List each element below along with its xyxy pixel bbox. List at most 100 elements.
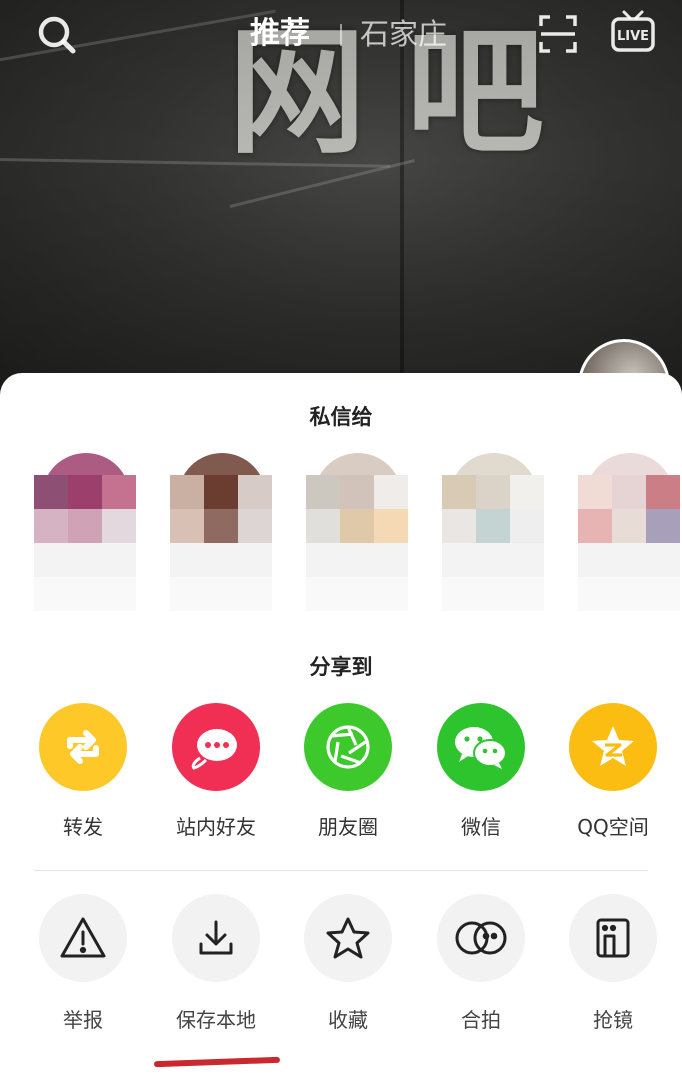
avatar-mosaic-tile [34, 475, 68, 509]
share-wechat[interactable]: 微信 [425, 703, 537, 840]
tab-city[interactable]: 石家庄 [360, 14, 447, 54]
avatar-mosaic-tile [476, 509, 510, 543]
avatar-mosaic-tile [68, 543, 102, 577]
action-label: 举报 [63, 1008, 103, 1032]
action-duet[interactable]: 合拍 [425, 894, 537, 1033]
share-friend[interactable]: 站内好友 [160, 703, 272, 840]
avatar-mosaic-tile [204, 509, 238, 543]
live-tv-icon[interactable]: LIVE [610, 8, 656, 54]
avatar-mosaic-tile [238, 475, 272, 509]
dm-contact-avatar[interactable] [578, 453, 682, 613]
avatar-mosaic-tile [204, 475, 238, 509]
action-label: 合拍 [461, 1008, 501, 1032]
avatar-mosaic-tile [204, 543, 238, 577]
avatar-mosaic-tile [204, 577, 238, 611]
avatar-mosaic-tile [510, 475, 544, 509]
live-label: LIVE [617, 29, 649, 44]
avatar-mosaic-tile [612, 475, 646, 509]
avatar-mosaic-tile [238, 543, 272, 577]
avatar-mosaic-tile [340, 577, 374, 611]
avatar-mosaic-tile [34, 509, 68, 543]
share-moments[interactable]: 朋友圈 [292, 703, 404, 840]
dm-contact-avatar[interactable] [306, 453, 410, 613]
avatar-mosaic-tile [612, 543, 646, 577]
tab-recommend[interactable]: 推荐 [250, 14, 310, 54]
avatar-mosaic-tile [476, 543, 510, 577]
avatar-mosaic-tile [170, 577, 204, 611]
share-forward[interactable]: 转发 [27, 703, 139, 840]
avatar-mosaic-tile [646, 543, 680, 577]
avatar-mosaic-tile [510, 509, 544, 543]
download-icon[interactable] [172, 894, 260, 982]
avatar-mosaic-tile [578, 509, 612, 543]
avatar-mosaic-tile [374, 509, 408, 543]
chat-bubble-icon[interactable] [172, 703, 260, 791]
avatar-mosaic-tile [170, 509, 204, 543]
phone-mirror-icon[interactable] [569, 894, 657, 982]
avatar-mosaic-tile [102, 509, 136, 543]
avatar-mosaic-tile [340, 509, 374, 543]
action-mirror[interactable]: 抢镜 [557, 894, 669, 1033]
avatar-mosaic-tile [442, 577, 476, 611]
share-label: 朋友圈 [318, 815, 378, 839]
avatar-mosaic-tile [578, 543, 612, 577]
avatar-mosaic-tile [578, 577, 612, 611]
action-report[interactable]: 举报 [27, 894, 139, 1033]
warning-icon[interactable] [39, 894, 127, 982]
avatar-mosaic-tile [238, 577, 272, 611]
dm-contact-avatar[interactable] [442, 453, 546, 613]
avatar-mosaic-tile [102, 577, 136, 611]
section-divider [34, 870, 648, 871]
avatar-mosaic-tile [68, 509, 102, 543]
avatar-mosaic-tile [238, 509, 272, 543]
avatar-mosaic-tile [374, 543, 408, 577]
forward-icon[interactable] [39, 703, 127, 791]
share-label: 转发 [63, 815, 103, 839]
star-icon[interactable] [304, 894, 392, 982]
avatar-mosaic-tile [340, 475, 374, 509]
qzone-star-icon[interactable] [569, 703, 657, 791]
avatar-mosaic-tile [578, 475, 612, 509]
avatar-mosaic-tile [68, 475, 102, 509]
dm-title: 私信给 [309, 405, 373, 429]
share-qzone[interactable]: QQ空间 [557, 703, 669, 840]
share-label: 站内好友 [176, 815, 256, 839]
avatar-mosaic-tile [102, 543, 136, 577]
avatar-mosaic-tile [306, 543, 340, 577]
search-icon[interactable] [36, 14, 78, 56]
avatar-mosaic-tile [102, 475, 136, 509]
action-favorite[interactable]: 收藏 [292, 894, 404, 1033]
dm-contact-avatar[interactable] [170, 453, 274, 613]
action-label: 抢镜 [593, 1008, 633, 1032]
share-sheet: 私信给 分享到 转发 站内好友 朋友圈 微信 QQ空间 举报 保存本地 收藏 合… [0, 373, 682, 1075]
action-save-local[interactable]: 保存本地 [160, 894, 272, 1033]
avatar-mosaic-tile [374, 475, 408, 509]
avatar-mosaic-tile [612, 509, 646, 543]
avatar-mosaic-tile [34, 577, 68, 611]
avatar-mosaic-tile [170, 543, 204, 577]
avatar-mosaic-tile [306, 509, 340, 543]
share-label: QQ空间 [577, 815, 649, 839]
top-nav: 推荐 石家庄 LIVE [0, 0, 682, 70]
avatar-mosaic-tile [476, 577, 510, 611]
avatar-mosaic-tile [510, 577, 544, 611]
moments-aperture-icon[interactable] [304, 703, 392, 791]
action-label: 收藏 [328, 1008, 368, 1032]
action-label: 保存本地 [176, 1008, 256, 1032]
scan-icon[interactable] [538, 14, 578, 54]
dm-contact-avatar[interactable] [34, 453, 138, 613]
avatar-mosaic-tile [646, 475, 680, 509]
avatar-mosaic-tile [646, 509, 680, 543]
duet-icon[interactable] [437, 894, 525, 982]
share-title: 分享到 [309, 655, 373, 679]
avatar-mosaic-tile [442, 475, 476, 509]
avatar-mosaic-tile [510, 543, 544, 577]
avatar-mosaic-tile [612, 577, 646, 611]
avatar-mosaic-tile [374, 577, 408, 611]
avatar-mosaic-tile [340, 543, 374, 577]
avatar-mosaic-tile [306, 475, 340, 509]
highlight-underline [153, 1056, 281, 1068]
avatar-mosaic-tile [68, 577, 102, 611]
share-label: 微信 [461, 815, 501, 839]
wechat-icon[interactable] [437, 703, 525, 791]
